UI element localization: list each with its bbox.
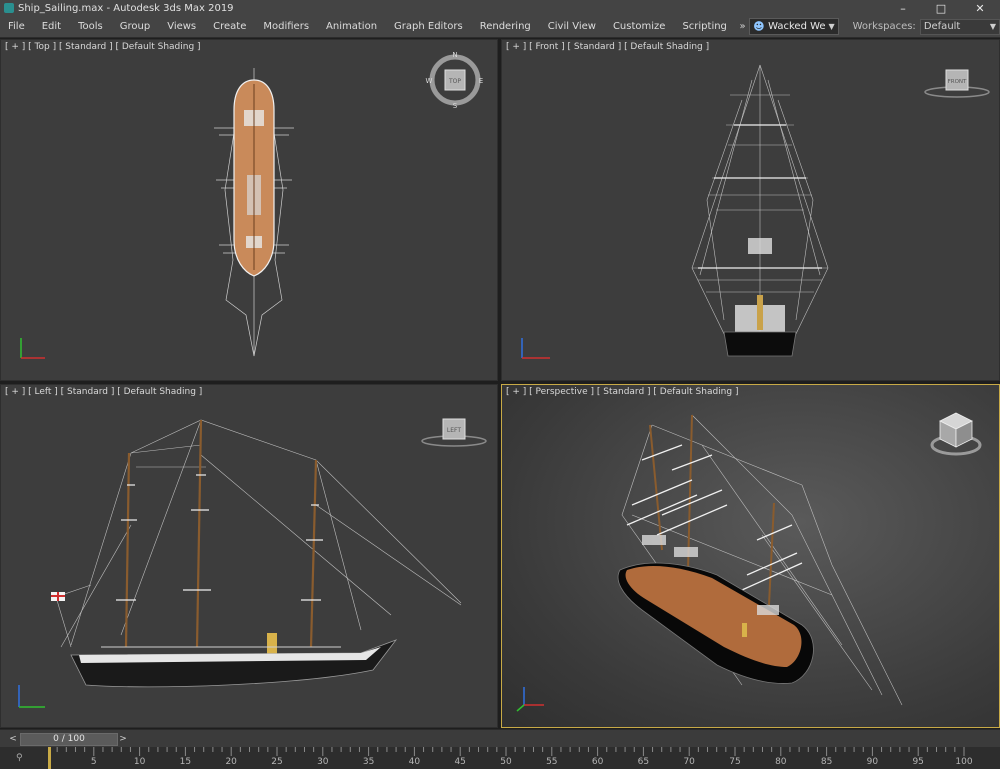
menu-item-scripting[interactable]: Scripting (674, 16, 735, 38)
ruler-tick-label: 15 (179, 757, 192, 767)
compass-south: S (453, 102, 458, 110)
workspaces-label: Workspaces: (852, 21, 916, 32)
menu-item-animation[interactable]: Animation (318, 16, 386, 38)
ruler-tick-label: 45 (454, 757, 466, 767)
viewport-left[interactable]: [ + ] [ Left ] [ Standard ] [ Default Sh… (0, 384, 498, 728)
menu-item-file[interactable]: File (0, 16, 34, 38)
previous-frame-button[interactable]: < (8, 733, 18, 745)
menu-items: File Edit Tools Group Views Create Modifiers An… (0, 16, 736, 38)
menu-item-customize[interactable]: Customize (605, 16, 675, 38)
viewcube-top[interactable]: TOP N S E W (425, 50, 485, 110)
workspace-dropdown[interactable]: Default ▼ (919, 18, 1000, 35)
ruler-tick-label: 50 (500, 757, 512, 767)
menu-item-tools[interactable]: Tools (70, 16, 112, 38)
viewport-label-perspective[interactable]: [ + ] [ Perspective ] [ Standard ] [ Def… (506, 387, 738, 397)
ruler-tick-label: 10 (133, 757, 146, 767)
menu-item-group[interactable]: Group (112, 16, 159, 38)
viewcube-front[interactable]: FRONT (922, 62, 992, 102)
menu-item-rendering[interactable]: Rendering (472, 16, 540, 38)
ruler-tick-label: 60 (591, 757, 604, 767)
compass-north: N (452, 51, 457, 59)
menu-item-civil-view[interactable]: Civil View (540, 16, 605, 38)
ruler-tick-label: 35 (362, 757, 375, 767)
ruler-tick-label: 75 (729, 757, 741, 767)
viewcube-face-label: LEFT (447, 427, 461, 434)
next-frame-button[interactable]: > (118, 733, 128, 745)
viewcube-left[interactable]: LEFT (419, 411, 489, 451)
viewport-front[interactable]: [ + ] [ Front ] [ Standard ] [ Default S… (501, 39, 1000, 381)
chevron-down-icon: ▼ (989, 22, 997, 31)
ship-top-view (214, 68, 294, 357)
ruler-tick-label: 95 (912, 757, 924, 767)
ruler-tick-label: 40 (408, 757, 421, 767)
user-icon: ☻ (753, 19, 765, 33)
menu-item-modifiers[interactable]: Modifiers (255, 16, 318, 38)
chevron-down-icon: ▼ (828, 22, 835, 31)
user-name: Wacked We (768, 21, 826, 32)
minimize-button[interactable]: – (884, 0, 922, 16)
menu-item-views[interactable]: Views (159, 16, 205, 38)
key-icon[interactable]: ⚲ (16, 753, 23, 763)
workspace-value: Default (923, 21, 961, 32)
window-title: Ship_Sailing.max - Autodesk 3ds Max 2019 (18, 2, 234, 14)
viewport-label-front[interactable]: [ + ] [ Front ] [ Standard ] [ Default S… (506, 42, 709, 52)
ruler-tick-label: 25 (271, 757, 283, 767)
ruler-tick-label: 80 (775, 757, 787, 767)
axis-tripod-icon (521, 338, 550, 359)
ruler-tick-label: 30 (317, 757, 329, 767)
axis-tripod-icon (516, 687, 544, 712)
ruler-tick-label: 90 (866, 757, 879, 767)
ruler-tick-label: 5 (90, 757, 97, 767)
time-slider: < 0 / 100 > (0, 729, 1000, 747)
viewport-top[interactable]: [ + ] [ Top ] [ Standard ] [ Default Sha… (0, 39, 498, 381)
ruler-tick-label: 65 (637, 757, 650, 767)
ruler-tick-label: 55 (546, 757, 558, 767)
compass-east: E (479, 77, 483, 85)
title-bar: Ship_Sailing.max - Autodesk 3ds Max 2019… (0, 0, 1000, 16)
menu-item-edit[interactable]: Edit (34, 16, 70, 38)
viewport-label-left[interactable]: [ + ] [ Left ] [ Standard ] [ Default Sh… (5, 387, 202, 397)
axis-tripod-icon (20, 338, 45, 359)
menu-overflow-button[interactable]: » (738, 21, 747, 32)
ruler-tick-label: 100 (955, 757, 973, 767)
viewcube-face-label: FRONT (948, 79, 967, 85)
track-bar-labels: 5 10 15 20 25 30 35 40 45 50 55 60 65 70 75 80 85 90 95 100 (48, 747, 973, 769)
maximize-button[interactable]: □ (922, 0, 960, 16)
viewport-label-top[interactable]: [ + ] [ Top ] [ Standard ] [ Default Sha… (5, 42, 201, 52)
menu-item-create[interactable]: Create (205, 16, 255, 38)
compass-west: W (426, 77, 433, 85)
user-account-dropdown[interactable]: ☻ Wacked We ▼ (749, 18, 839, 35)
axis-tripod-icon (18, 685, 45, 708)
menu-bar: File Edit Tools Group Views Create Modifiers An… (0, 16, 1000, 38)
track-bar[interactable]: ⚲ 5 10 15 20 25 30 35 40 45 50 55 60 65 70 75 80 85 90 95 1… (0, 747, 1000, 769)
viewcube-face-label: TOP (448, 78, 461, 85)
ruler-tick-label: 70 (683, 757, 695, 767)
menu-item-graph-editors[interactable]: Graph Editors (386, 16, 472, 38)
viewcube-perspective[interactable] (926, 405, 986, 461)
close-button[interactable]: ✕ (960, 0, 1000, 16)
ruler-tick-label: 20 (225, 757, 237, 767)
app-logo-icon (4, 3, 14, 13)
time-slider-thumb[interactable]: 0 / 100 (24, 733, 114, 746)
viewport-perspective[interactable]: [ + ] [ Perspective ] [ Standard ] [ Def… (501, 384, 1000, 728)
ruler-tick-label: 85 (820, 757, 833, 767)
